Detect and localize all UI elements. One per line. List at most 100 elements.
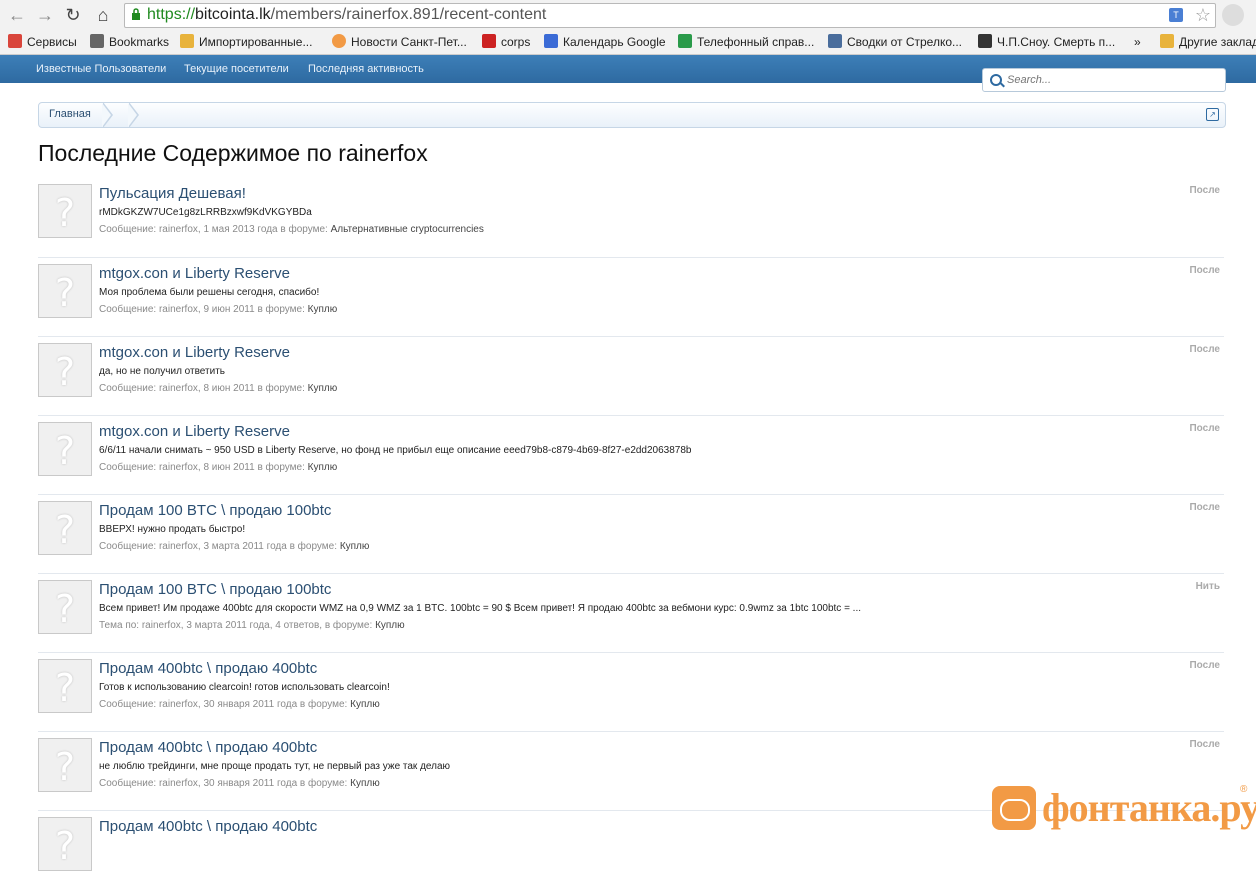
lock-icon — [132, 8, 140, 20]
avatar[interactable]: ? — [38, 659, 92, 713]
page-title: Последние Содержимое по rainerfox — [38, 140, 428, 166]
placeholder-avatar-icon: ? — [54, 824, 76, 868]
content-type-label: После — [1189, 739, 1220, 750]
calendar-icon — [544, 34, 558, 48]
item-snippet: Готов к использованию clearcoin! готов и… — [99, 682, 390, 693]
nav-link-notable-members[interactable]: Известные Пользователи — [36, 63, 166, 75]
avatar[interactable]: ? — [38, 580, 92, 634]
item-snippet: rMDkGKZW7UCe1g8zLRRBzxwf9KdVKGYBDa — [99, 207, 312, 218]
item-title-link[interactable]: Продам 400btc \ продаю 400btc — [99, 660, 317, 677]
back-arrow-icon[interactable]: ← — [6, 4, 28, 26]
item-meta: Тема по: rainerfox, 3 марта 2011 года, 4… — [99, 620, 405, 631]
bookmark-item[interactable]: Телефонный справ... — [678, 33, 814, 51]
content-type-label: После — [1189, 423, 1220, 434]
fontanka-logo-icon — [992, 786, 1036, 830]
bookmark-item[interactable]: Bookmarks — [90, 33, 169, 51]
list-item: ? Пульсация Дешевая! rMDkGKZW7UCe1g8zLRRBz… — [38, 178, 1224, 256]
item-meta: Сообщение: rainerfox, 8 июн 2011 в форум… — [99, 383, 338, 394]
nav-link-recent-activity[interactable]: Последняя активность — [308, 63, 424, 75]
item-snippet: Всем привет! Им продаже 400btc для скоро… — [99, 603, 862, 614]
item-meta: Сообщение: rainerfox, 30 января 2011 год… — [99, 778, 380, 789]
content-type-label: После — [1189, 344, 1220, 355]
home-icon[interactable]: ⌂ — [92, 4, 114, 26]
bookmark-item[interactable]: Новости Санкт-Пет... — [332, 33, 467, 51]
bookmarks-bar: Сервисы Bookmarks Импортированные... Нов… — [0, 30, 1256, 55]
search-icon — [990, 74, 1002, 86]
forward-arrow-icon[interactable]: → — [34, 4, 56, 26]
avatar[interactable]: ? — [38, 264, 92, 318]
content-type-label: После — [1189, 502, 1220, 513]
avatar[interactable]: ? — [38, 501, 92, 555]
bookmark-item[interactable]: Импортированные... — [180, 33, 312, 51]
item-title-link[interactable]: Продам 400btc \ продаю 400btc — [99, 818, 317, 835]
translate-icon[interactable]: T — [1169, 8, 1183, 22]
list-item: ? Продам 100 BTC \ продаю 100btc Всем прив… — [38, 573, 1224, 652]
item-meta: Сообщение: rainerfox, 9 июн 2011 в форум… — [99, 304, 338, 315]
list-item: ? mtgox.con и Liberty Reserve 6/6/11 начал… — [38, 415, 1224, 494]
item-meta: Сообщение: rainerfox, 3 марта 2011 года … — [99, 541, 370, 552]
search-box — [982, 68, 1226, 92]
breadcrumb: Главная ↗ — [38, 102, 1226, 128]
reload-icon[interactable]: ↻ — [62, 4, 84, 26]
watermark-text: фонтанка.ру — [1042, 785, 1256, 830]
bookmark-star-icon[interactable]: ☆ — [1195, 5, 1211, 26]
url-text: https://bitcointa.lk/members/rainerfox.8… — [147, 6, 547, 23]
item-snippet: 6/6/11 начали снимать ~ 950 USD в Libert… — [99, 445, 692, 456]
item-title-link[interactable]: Продам 400btc \ продаю 400btc — [99, 739, 317, 756]
folder-icon — [180, 34, 194, 48]
bookmark-item[interactable]: Сводки от Стрелко... — [828, 33, 962, 51]
list-item: ? mtgox.con и Liberty Reserve да, но не по… — [38, 336, 1224, 415]
search-input[interactable] — [1005, 71, 1219, 89]
item-title-link[interactable]: mtgox.con и Liberty Reserve — [99, 265, 290, 282]
watermark-registered: ® — [1240, 784, 1248, 795]
jump-to-icon[interactable]: ↗ — [1206, 108, 1219, 121]
bookmark-item[interactable]: Другие заклад — [1160, 33, 1256, 51]
item-title-link[interactable]: mtgox.con и Liberty Reserve — [99, 423, 290, 440]
content-type-label: Нить — [1195, 581, 1220, 592]
item-title-link[interactable]: Продам 100 BTC \ продаю 100btc — [99, 581, 331, 598]
content-type-label: После — [1189, 660, 1220, 671]
list-item: ? Продам 400btc \ продаю 400btc Готов к ис… — [38, 652, 1224, 731]
item-title-link[interactable]: Пульсация Дешевая! — [99, 185, 246, 202]
browser-toolbar: ← → ↻ ⌂ https://bitcointa.lk/members/rai… — [0, 0, 1256, 30]
item-meta: Сообщение: rainerfox, 1 мая 2013 года в … — [99, 224, 484, 235]
star-icon — [90, 34, 104, 48]
bookmark-item[interactable]: Календарь Google — [544, 33, 666, 51]
bookmark-item[interactable]: Ч.П.Сноу. Смерть п... — [978, 33, 1115, 51]
forum-link[interactable]: Альтернативные cryptocurrencies — [331, 224, 484, 235]
forum-link[interactable]: Куплю — [308, 304, 338, 315]
placeholder-avatar-icon: ? — [54, 191, 76, 235]
item-snippet: не люблю трейдинги, мне проще продать ту… — [99, 761, 451, 772]
bookmark-item[interactable]: Сервисы — [8, 33, 77, 51]
forum-link[interactable]: Куплю — [350, 699, 380, 710]
drive-icon — [678, 34, 692, 48]
bookmark-item[interactable]: corps — [482, 33, 530, 51]
forum-link[interactable]: Куплю — [308, 462, 338, 473]
item-title-link[interactable]: Продам 100 BTC \ продаю 100btc — [99, 502, 331, 519]
forum-link[interactable]: Куплю — [375, 620, 405, 631]
placeholder-avatar-icon: ? — [54, 745, 76, 789]
fontanka-icon — [332, 34, 346, 48]
item-title-link[interactable]: mtgox.con и Liberty Reserve — [99, 344, 290, 361]
avatar[interactable]: ? — [38, 343, 92, 397]
avatar[interactable]: ? — [38, 422, 92, 476]
nav-link-current-visitors[interactable]: Текущие посетители — [184, 63, 289, 75]
more-bookmarks-chevron[interactable]: » — [1134, 33, 1141, 51]
apps-icon — [8, 34, 22, 48]
forum-link[interactable]: Куплю — [340, 541, 370, 552]
placeholder-avatar-icon: ? — [54, 587, 76, 631]
avatar[interactable]: ? — [38, 184, 92, 238]
breadcrumb-separator-fill — [102, 103, 111, 127]
forum-link[interactable]: Куплю — [308, 383, 338, 394]
vk-icon — [828, 34, 842, 48]
avatar[interactable]: ? — [38, 738, 92, 792]
placeholder-avatar-icon: ? — [54, 271, 76, 315]
placeholder-avatar-icon: ? — [54, 429, 76, 473]
item-meta: Сообщение: rainerfox, 30 января 2011 год… — [99, 699, 380, 710]
forum-link[interactable]: Куплю — [350, 778, 380, 789]
avatar[interactable]: ? — [38, 817, 92, 871]
page-icon — [978, 34, 992, 48]
browser-menu-button[interactable] — [1222, 4, 1244, 26]
breadcrumb-home[interactable]: Главная — [49, 108, 91, 120]
address-bar[interactable]: https://bitcointa.lk/members/rainerfox.8… — [124, 3, 1216, 28]
